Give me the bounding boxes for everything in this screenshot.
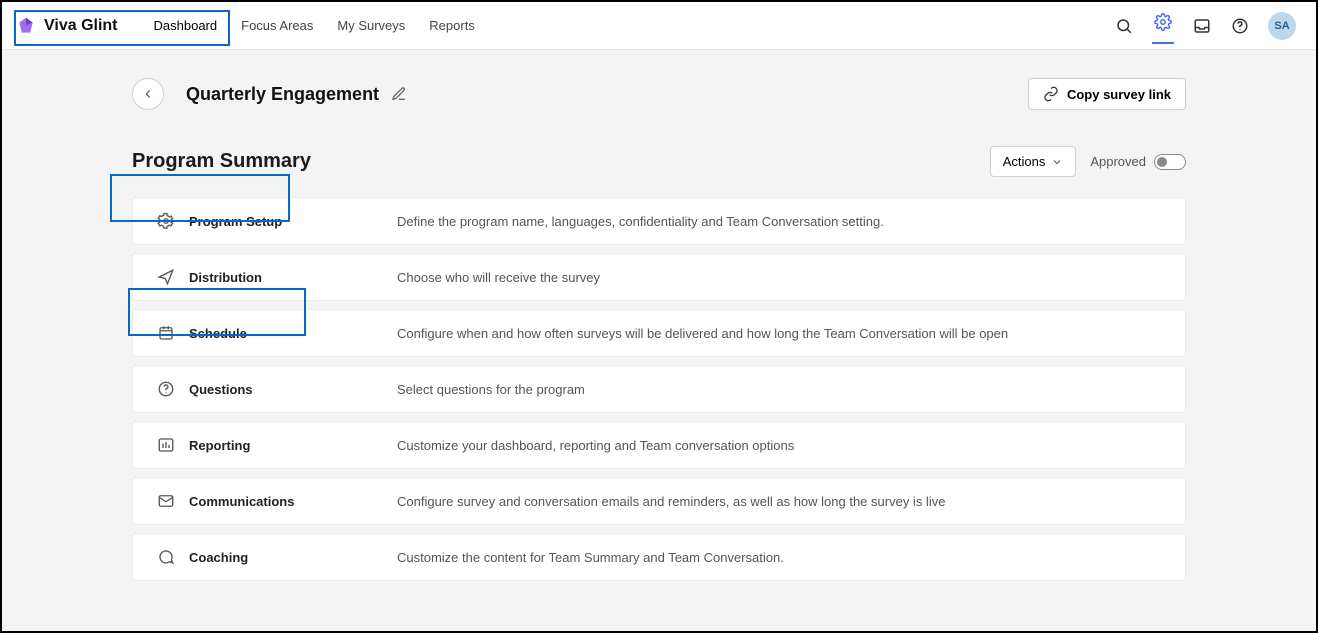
top-nav: Viva Glint Dashboard Focus Areas My Surv…	[2, 2, 1316, 50]
calendar-icon	[157, 324, 175, 342]
link-icon	[1043, 86, 1059, 102]
nav-focus-areas[interactable]: Focus Areas	[241, 18, 313, 33]
card-title: Distribution	[189, 270, 397, 285]
actions-label: Actions	[1003, 154, 1046, 169]
chat-icon	[157, 548, 175, 566]
card-title: Coaching	[189, 550, 397, 565]
inbox-icon[interactable]	[1192, 16, 1212, 36]
card-questions[interactable]: Questions Select questions for the progr…	[132, 365, 1186, 413]
brand[interactable]: Viva Glint	[16, 16, 118, 36]
copy-survey-link-button[interactable]: Copy survey link	[1028, 78, 1186, 110]
question-icon	[157, 380, 175, 398]
approved-toggle[interactable]	[1154, 154, 1186, 170]
settings-icon[interactable]	[1152, 8, 1174, 44]
card-desc: Choose who will receive the survey	[397, 270, 600, 285]
section-title: Program Summary	[132, 150, 311, 173]
card-desc: Customize your dashboard, reporting and …	[397, 438, 794, 453]
card-desc: Select questions for the program	[397, 382, 585, 397]
card-title: Communications	[189, 494, 397, 509]
card-desc: Configure survey and conversation emails…	[397, 494, 945, 509]
card-distribution[interactable]: Distribution Choose who will receive the…	[132, 253, 1186, 301]
send-icon	[157, 268, 175, 286]
card-title: Reporting	[189, 438, 397, 453]
card-title: Schedule	[189, 326, 397, 341]
card-communications[interactable]: Communications Configure survey and conv…	[132, 477, 1186, 525]
page-title: Quarterly Engagement	[186, 84, 379, 105]
back-button[interactable]	[132, 78, 164, 110]
card-reporting[interactable]: Reporting Customize your dashboard, repo…	[132, 421, 1186, 469]
nav-my-surveys[interactable]: My Surveys	[337, 18, 405, 33]
mail-icon	[157, 492, 175, 510]
edit-icon[interactable]	[391, 86, 407, 102]
card-desc: Configure when and how often surveys wil…	[397, 326, 1008, 341]
card-schedule[interactable]: Schedule Configure when and how often su…	[132, 309, 1186, 357]
page-header: Quarterly Engagement Copy survey link	[2, 50, 1316, 134]
card-coaching[interactable]: Coaching Customize the content for Team …	[132, 533, 1186, 581]
help-icon[interactable]	[1230, 16, 1250, 36]
brand-logo-icon	[16, 16, 36, 36]
card-desc: Customize the content for Team Summary a…	[397, 550, 784, 565]
content: Quarterly Engagement Copy survey link Pr…	[2, 50, 1316, 631]
card-desc: Define the program name, languages, conf…	[397, 214, 884, 229]
brand-name: Viva Glint	[44, 17, 118, 35]
chart-icon	[157, 436, 175, 454]
gear-icon	[157, 212, 175, 230]
section-header: Program Summary Actions Approved	[2, 134, 1316, 197]
chevron-down-icon	[1051, 156, 1063, 168]
copy-survey-link-label: Copy survey link	[1067, 87, 1171, 102]
approved-label: Approved	[1090, 154, 1146, 169]
avatar[interactable]: SA	[1268, 12, 1296, 40]
nav-reports[interactable]: Reports	[429, 18, 475, 33]
summary-cards: Program Setup Define the program name, l…	[2, 197, 1316, 581]
card-title: Questions	[189, 382, 397, 397]
actions-dropdown[interactable]: Actions	[990, 146, 1077, 177]
card-title: Program Setup	[189, 214, 397, 229]
nav-links: Dashboard Focus Areas My Surveys Reports	[154, 18, 475, 33]
nav-dashboard[interactable]: Dashboard	[154, 18, 218, 33]
nav-right: SA	[1114, 8, 1296, 44]
search-icon[interactable]	[1114, 16, 1134, 36]
card-program-setup[interactable]: Program Setup Define the program name, l…	[132, 197, 1186, 245]
